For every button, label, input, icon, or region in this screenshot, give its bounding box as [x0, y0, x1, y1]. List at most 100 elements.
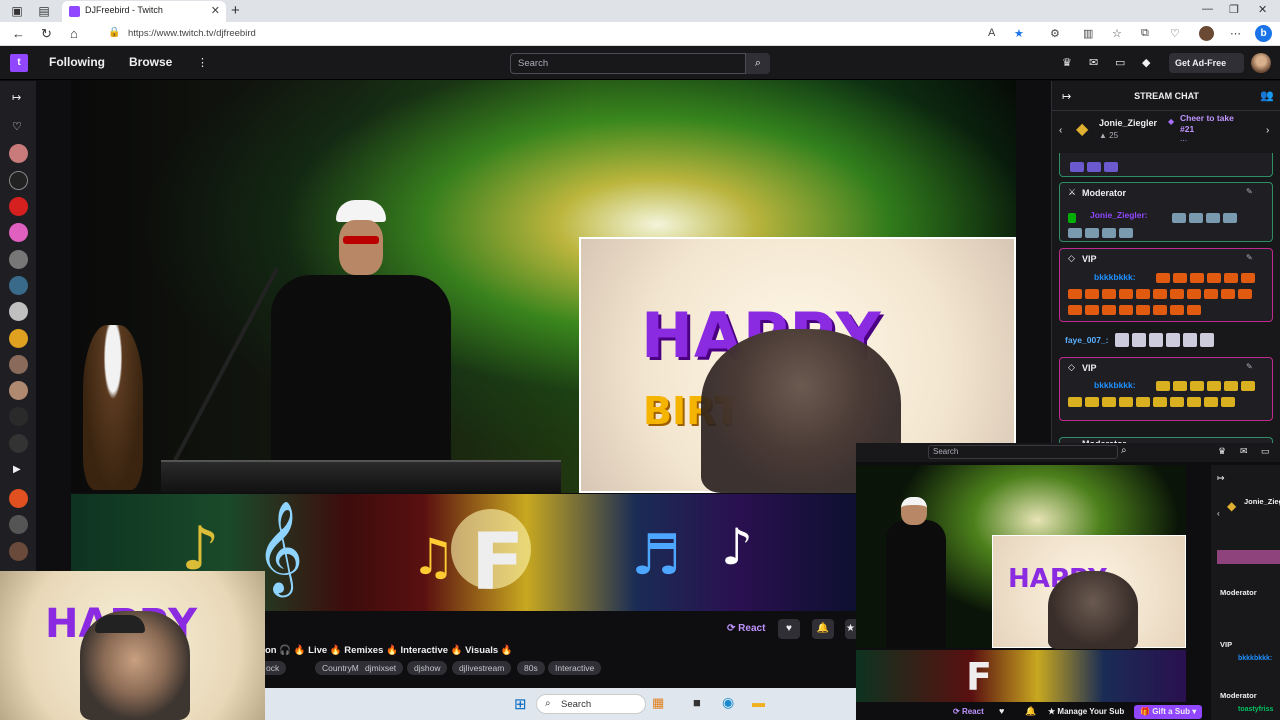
react-button[interactable]: ⟳ React — [953, 707, 984, 716]
chat-users-icon[interactable]: 👥 — [1260, 89, 1274, 102]
windows-start-icon[interactable]: ⊞ — [514, 695, 527, 713]
emote-row — [1070, 159, 1121, 172]
chat-username[interactable]: faye_007_: — [1065, 335, 1108, 345]
channel-avatar[interactable] — [9, 407, 28, 426]
video-player[interactable]: HAPPY BIRTHDAY — [71, 80, 1016, 493]
widgets-icon[interactable]: ▦ — [652, 695, 664, 711]
react-button[interactable]: ⟳ React — [727, 623, 765, 634]
back-icon[interactable]: ← — [12, 26, 25, 41]
task-view-icon[interactable]: ■ — [693, 695, 701, 710]
following-link[interactable]: Following — [49, 55, 105, 69]
channel-avatar[interactable] — [9, 329, 28, 348]
collections-icon[interactable]: ⧉ — [1141, 27, 1149, 40]
minimize-icon[interactable]: — — [1202, 3, 1213, 15]
restore-icon[interactable]: ❐ — [1229, 3, 1239, 16]
edge-browser-icon[interactable]: ◉ — [722, 694, 734, 711]
refresh-icon[interactable]: ↻ — [41, 26, 52, 42]
new-tab-icon[interactable]: + — [231, 2, 240, 19]
split-screen-icon[interactable]: ▥ — [1083, 27, 1093, 40]
notifications-button[interactable]: 🔔 — [812, 619, 834, 639]
chat-username[interactable]: bkkkbkkk: — [1094, 380, 1136, 390]
channel-avatar[interactable] — [9, 144, 28, 163]
read-aloud-icon[interactable]: A — [988, 27, 995, 39]
url-field[interactable]: 🔒 https://www.twitch.tv/djfreebird — [100, 25, 980, 43]
browser-essentials-icon[interactable]: ♡ — [1170, 27, 1180, 40]
copilot-icon[interactable]: b — [1255, 25, 1272, 42]
nested-browser-window: Search ⌕ ♛ ✉ ▭ HAPPY F ↦ ‹ ◆ Jonie_Ziegl… — [856, 443, 1280, 720]
prime-loot-icon[interactable]: ♛ — [1062, 56, 1072, 69]
stream-tag[interactable]: 80s — [517, 661, 545, 675]
browse-link[interactable]: Browse — [129, 55, 172, 69]
search-button[interactable]: ⌕ — [746, 53, 770, 74]
turbo-icon[interactable]: ◆ — [1142, 56, 1150, 69]
home-icon[interactable]: ⌂ — [70, 26, 78, 41]
nested-video-player[interactable]: HAPPY — [856, 465, 1186, 649]
profile-avatar[interactable] — [1199, 26, 1214, 41]
favorites-icon[interactable]: ☆ — [1112, 27, 1122, 40]
video-icon[interactable]: ▶ — [13, 464, 21, 475]
chat-username[interactable]: toastyfriss — [1238, 706, 1273, 713]
search-icon[interactable]: ⌕ — [1121, 445, 1127, 456]
channel-avatar[interactable] — [9, 223, 28, 242]
more-options-icon[interactable]: ⋮ — [197, 56, 208, 69]
cheer-cta-line1[interactable]: Cheer to take — [1180, 113, 1234, 123]
gift-sub-button[interactable]: 🎁 Gift a Sub ▾ — [1134, 705, 1203, 719]
stream-tag[interactable]: djmixset — [358, 661, 404, 675]
more-menu-icon[interactable]: ⋯ — [1230, 27, 1241, 40]
subscribe-button[interactable]: ★ — [845, 619, 856, 639]
search-input[interactable]: Search — [510, 53, 746, 74]
channel-avatar[interactable] — [9, 542, 28, 561]
bell-icon[interactable]: 🔔 — [1025, 706, 1036, 717]
collapse-chat-icon[interactable]: ↦ — [1217, 473, 1225, 484]
windows-taskbar: ⊞ ⌕ Search ▦ ■ ◉ ▬ — [265, 688, 856, 720]
channel-avatar[interactable] — [9, 515, 28, 534]
chat-username[interactable]: Jonie_Ziegler: — [1090, 210, 1148, 220]
heart-icon[interactable]: ♥ — [999, 706, 1004, 716]
inbox-icon[interactable]: ✉ — [1240, 446, 1248, 457]
message-actions-icon[interactable]: ✎ — [1246, 362, 1253, 371]
workspaces-icon[interactable]: ▣ — [9, 3, 25, 19]
channel-avatar[interactable] — [9, 489, 28, 508]
message-actions-icon[interactable]: ✎ — [1246, 187, 1253, 196]
expand-sidebar-icon[interactable]: ↦ — [12, 91, 21, 104]
whispers-icon[interactable]: ▭ — [1261, 446, 1270, 457]
file-explorer-icon[interactable]: ▬ — [752, 695, 765, 710]
chevron-right-icon[interactable]: › — [1266, 125, 1269, 136]
channel-avatar[interactable] — [9, 197, 28, 216]
favorite-star-icon[interactable]: ★ — [1014, 27, 1024, 40]
channel-avatar[interactable] — [9, 250, 28, 269]
close-window-icon[interactable]: ✕ — [1258, 3, 1267, 16]
stream-tag[interactable]: djlivestream — [452, 661, 512, 675]
stream-tag[interactable]: djshow — [407, 661, 448, 675]
nested-search-input[interactable]: Search — [928, 445, 1118, 459]
prime-loot-icon[interactable]: ♛ — [1218, 446, 1226, 457]
inbox-icon[interactable]: ✉ — [1089, 56, 1098, 69]
extensions-icon[interactable]: ⚙ — [1050, 27, 1060, 40]
channel-avatar[interactable] — [9, 276, 28, 295]
chat-username[interactable]: bkkkbkkk: — [1094, 272, 1136, 282]
browser-tab[interactable]: DJFreebird - Twitch ✕ — [62, 1, 226, 22]
close-tab-icon[interactable]: ✕ — [211, 4, 220, 17]
channel-avatar[interactable] — [9, 381, 28, 400]
channel-avatar[interactable] — [9, 171, 28, 190]
chevron-left-icon[interactable]: ‹ — [1059, 125, 1062, 136]
manage-sub-button[interactable]: ★ Manage Your Sub — [1048, 707, 1124, 716]
leaderboard-user[interactable]: Jonie_Ziegler — [1244, 497, 1280, 506]
whispers-icon[interactable]: ▭ — [1115, 56, 1125, 69]
chevron-left-icon[interactable]: ‹ — [1217, 509, 1220, 518]
twitch-logo-icon[interactable]: t — [10, 54, 28, 72]
black-shirt — [271, 275, 451, 490]
taskbar-search[interactable]: ⌕ Search — [536, 694, 646, 714]
leaderboard-user[interactable]: Jonie_Ziegler — [1099, 118, 1157, 128]
channel-avatar[interactable] — [9, 355, 28, 374]
channel-avatar[interactable] — [9, 434, 28, 453]
get-ad-free-button[interactable]: Get Ad-Free — [1169, 53, 1244, 73]
chat-message — [1059, 153, 1273, 177]
follow-heart-button[interactable]: ♥ — [778, 619, 800, 639]
channel-avatar[interactable] — [9, 302, 28, 321]
user-avatar[interactable] — [1251, 53, 1271, 73]
chat-username[interactable]: bkkkbkkk: — [1238, 655, 1272, 662]
stream-tag[interactable]: Interactive — [548, 661, 602, 675]
message-actions-icon[interactable]: ✎ — [1246, 253, 1253, 262]
tab-actions-icon[interactable]: ▤ — [36, 3, 52, 19]
